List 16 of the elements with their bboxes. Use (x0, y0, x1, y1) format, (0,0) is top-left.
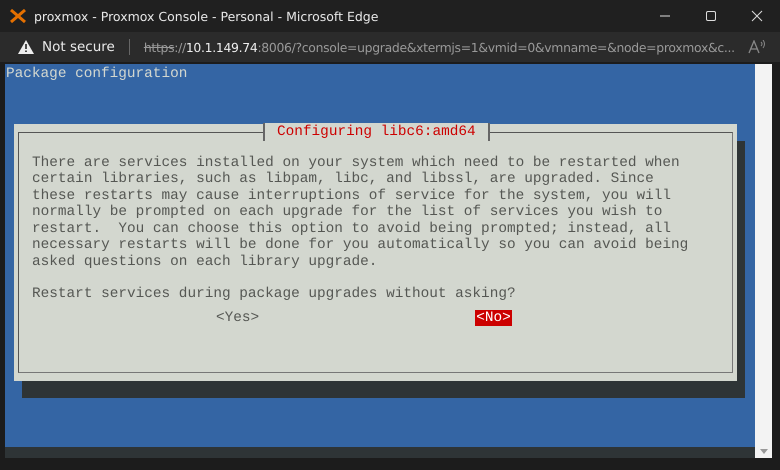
url-field[interactable]: https://10.1.149.74:8006/?console=upgrade&xtermjs=1&vmid=0&vmname=&node=proxmox&c... (144, 40, 748, 54)
dialog-title: Configuring libc6:amd64 (263, 122, 490, 140)
maximize-icon (705, 10, 717, 22)
close-icon (751, 10, 763, 22)
app-logo-icon (10, 9, 26, 23)
read-aloud-icon[interactable] (748, 40, 766, 54)
window-title: proxmox - Proxmox Console - Personal - Microsoft Edge (34, 8, 380, 24)
terminal-header: Package configuration (5, 65, 188, 82)
dialog-question: Restart services during package upgrades without asking? (32, 286, 517, 302)
scroll-down-icon[interactable] (760, 449, 768, 454)
yes-button[interactable]: <Yes> (215, 310, 260, 326)
dialog-message: There are services installed on your system which need to be restarted when certain libraries, such as libpam, libc, and libssl, are upgraded. Since these restarts may cause interruptions of service for the system, you will normally be prompted on each upgrade for the list of services you wish to restart. You can choose this option to avoid being prompted; instead, all necessary restarts will be done for you automatically so you can avoid being asked questions on each library upgrade. (32, 154, 690, 270)
security-label[interactable]: Not secure (42, 39, 115, 55)
no-button[interactable]: <No> (475, 310, 512, 326)
scrollbar[interactable] (755, 64, 772, 458)
warning-icon (18, 40, 34, 54)
